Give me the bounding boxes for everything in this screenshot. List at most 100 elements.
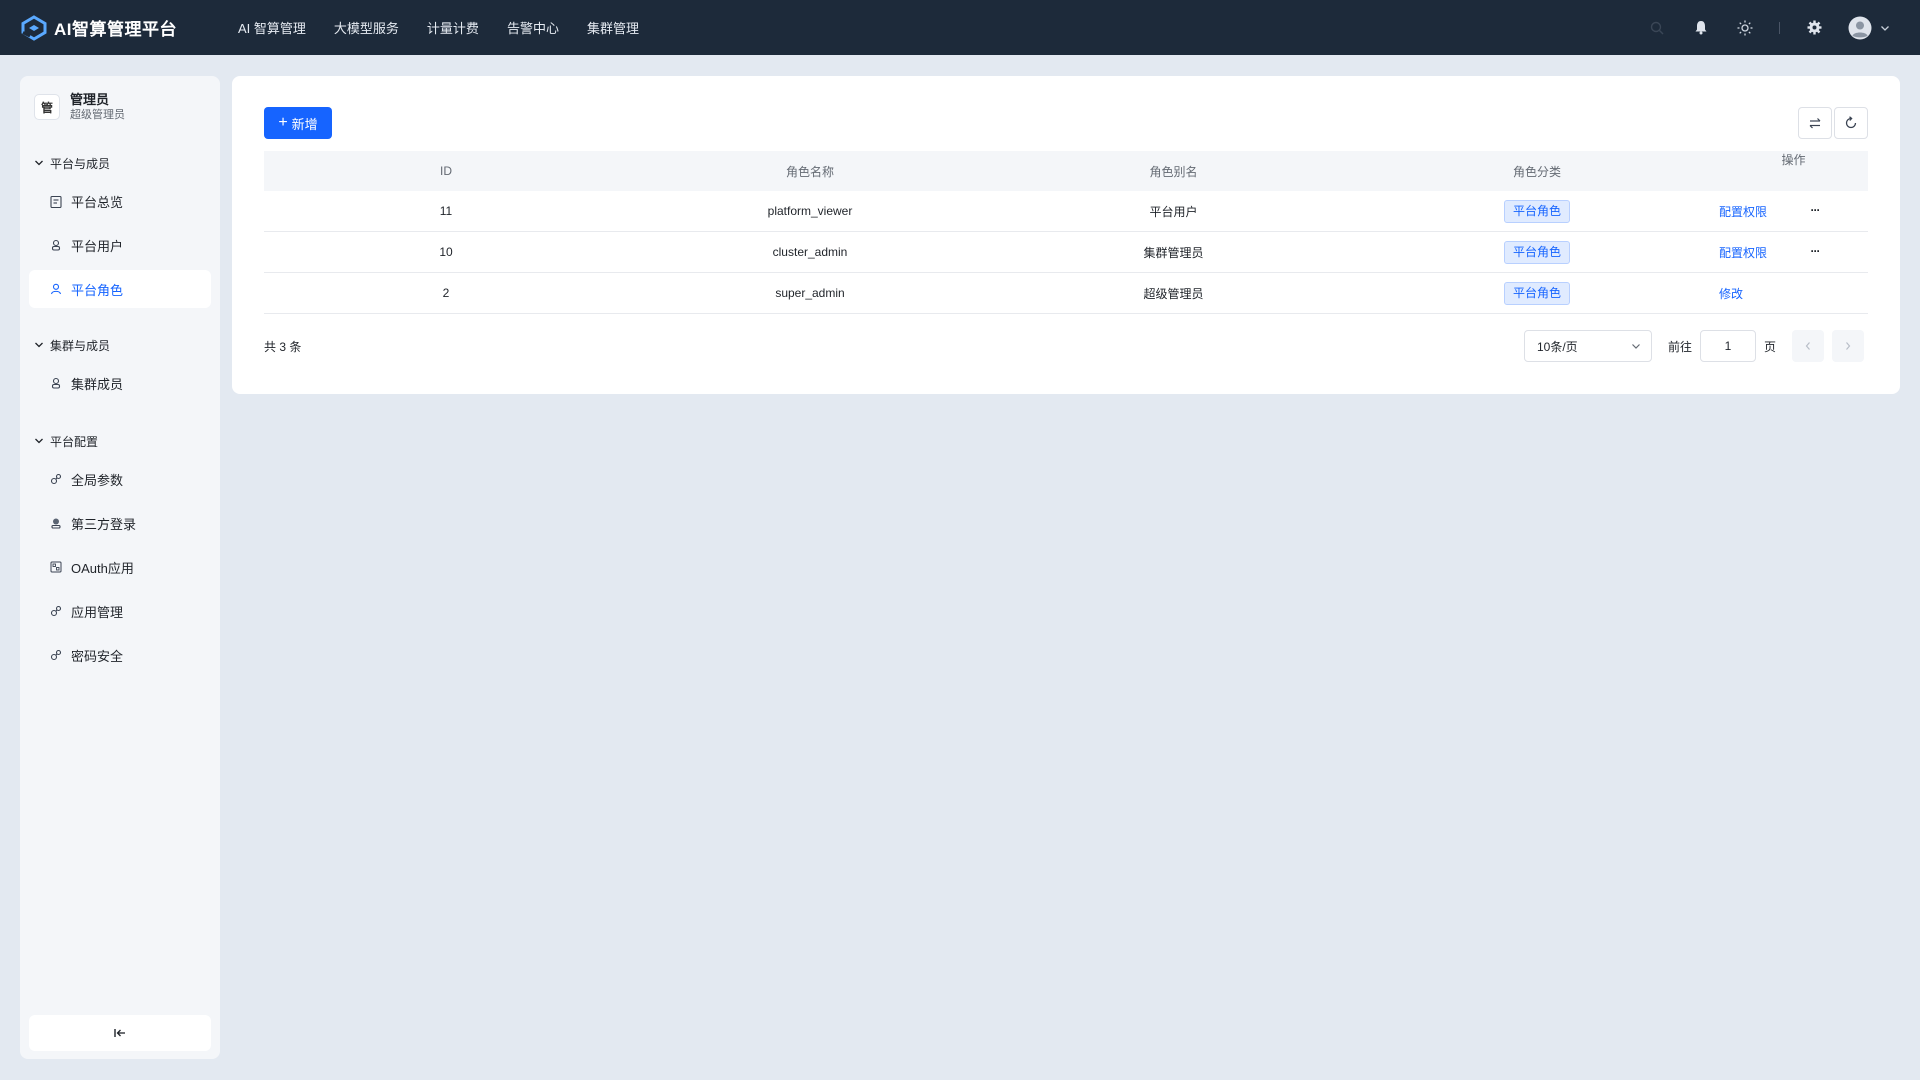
header-id: ID: [440, 164, 452, 178]
nav-cluster-mgmt[interactable]: 集群管理: [587, 18, 639, 37]
more-actions-icon[interactable]: ···: [1807, 242, 1823, 260]
table-row: 10 cluster_admin 集群管理员 平台角色 配置权限 ···: [264, 232, 1868, 273]
cell-role-alias: 集群管理员: [1143, 245, 1204, 260]
table-row: 2 super_admin 超级管理员 平台角色 修改: [264, 273, 1868, 314]
next-page-button[interactable]: [1832, 330, 1864, 362]
cell-id: 10: [439, 245, 453, 259]
refresh-button[interactable]: [1834, 107, 1868, 139]
brand[interactable]: AI智算管理平台: [20, 14, 200, 42]
total-count: 共 3 条: [264, 340, 302, 354]
chevron-down-icon: [1632, 344, 1640, 349]
chevron-down-icon: [35, 342, 43, 348]
nav-billing[interactable]: 计量计费: [427, 18, 479, 37]
edit-link[interactable]: 修改: [1719, 285, 1743, 302]
menu-group-label: 集群与成员: [50, 338, 111, 353]
header-role-alias: 角色别名: [1149, 164, 1198, 179]
badge-icon: [49, 516, 63, 530]
clipboard-icon: [49, 194, 63, 208]
user-card: 管 管理员 超级管理员: [20, 76, 220, 134]
swap-icon: [1809, 118, 1821, 129]
main-panel: + 新增 ID 角色名称 角色别名 角色分类 操作 11 platform_vi…: [232, 76, 1900, 394]
table-header: ID 角色名称 角色别名 角色分类 操作: [264, 151, 1868, 191]
sidebar: 管 管理员 超级管理员 平台与成员 平台总览 平台用户 平台角色 集群与成员 集…: [20, 76, 220, 1059]
chevron-down-icon: [35, 438, 43, 444]
cell-id: 2: [442, 286, 450, 300]
configure-permissions-link[interactable]: 配置权限: [1719, 203, 1767, 220]
menu-group-label: 平台与成员: [50, 156, 111, 171]
sun-icon[interactable]: [1735, 18, 1755, 38]
menu-group-label: 平台配置: [50, 434, 99, 449]
configure-permissions-link[interactable]: 配置权限: [1719, 244, 1767, 261]
sidebar-item-global-params[interactable]: 全局参数: [29, 460, 211, 498]
collapse-icon: [114, 1029, 125, 1037]
sidebar-item-label: 第三方登录: [71, 516, 137, 532]
chevron-right-icon: [1846, 342, 1851, 350]
chevron-down-icon: [35, 160, 43, 166]
sidebar-item-label: 集群成员: [71, 376, 124, 392]
page-number-input[interactable]: [1700, 330, 1756, 362]
menu-group-platform-config[interactable]: 平台配置: [20, 430, 220, 452]
sidebar-item-platform-roles[interactable]: 平台角色: [29, 270, 211, 308]
cell-role-alias: 平台用户: [1149, 204, 1198, 219]
cell-id: 11: [439, 204, 453, 218]
role-icon: [49, 282, 63, 296]
user-menu[interactable]: [1848, 16, 1890, 40]
link-icon: [49, 604, 63, 618]
page-size-value: 10条/页: [1537, 339, 1578, 354]
roles-table: ID 角色名称 角色别名 角色分类 操作 11 platform_viewer …: [264, 151, 1868, 314]
cell-role-name: super_admin: [775, 286, 845, 300]
header-actions: 操作: [1781, 153, 1806, 167]
goto-label: 前往: [1668, 340, 1693, 354]
avatar: 管: [34, 94, 60, 120]
user-icon: [49, 238, 63, 252]
column-settings-button[interactable]: [1798, 107, 1832, 139]
top-nav: AI 智算管理 大模型服务 计量计费 告警中心 集群管理: [238, 18, 667, 37]
avatar-icon: [1848, 16, 1872, 39]
gear-icon[interactable]: [1804, 18, 1824, 38]
cell-role-name: platform_viewer: [767, 204, 853, 218]
bell-icon[interactable]: [1691, 18, 1711, 38]
page-size-select[interactable]: 10条/页: [1524, 330, 1652, 362]
sidebar-item-label: 密码安全: [71, 648, 124, 664]
app-name: AI智算管理平台: [54, 20, 177, 39]
user-role: 超级管理员: [70, 109, 125, 121]
nav-alert-center[interactable]: 告警中心: [507, 18, 559, 37]
sidebar-item-cluster-members[interactable]: 集群成员: [29, 364, 211, 402]
sidebar-item-oauth-apps[interactable]: OAuth应用: [29, 548, 211, 586]
page-unit-label: 页: [1764, 340, 1777, 354]
sidebar-item-third-party-login[interactable]: 第三方登录: [29, 504, 211, 542]
cell-role-name: cluster_admin: [772, 245, 848, 259]
link-icon: [49, 648, 63, 662]
refresh-icon: [1845, 116, 1857, 129]
sidebar-item-platform-overview[interactable]: 平台总览: [29, 182, 211, 220]
top-navbar: AI智算管理平台 AI 智算管理 大模型服务 计量计费 告警中心 集群管理: [0, 0, 1920, 55]
cell-role-alias: 超级管理员: [1143, 286, 1204, 301]
sidebar-item-label: 平台总览: [71, 194, 124, 210]
menu-group-platform-members[interactable]: 平台与成员: [20, 152, 220, 174]
sidebar-item-platform-users[interactable]: 平台用户: [29, 226, 211, 264]
nav-ai-compute[interactable]: AI 智算管理: [238, 18, 306, 37]
category-tag: 平台角色: [1503, 199, 1570, 223]
collapse-sidebar-button[interactable]: [29, 1015, 211, 1051]
menu-group-cluster-members[interactable]: 集群与成员: [20, 334, 220, 356]
sidebar-item-password-security[interactable]: 密码安全: [29, 636, 211, 674]
add-button[interactable]: + 新增: [264, 107, 332, 139]
logo-icon: [21, 14, 47, 41]
user-icon: [49, 376, 63, 390]
link-icon: [49, 472, 63, 486]
nav-llm-service[interactable]: 大模型服务: [334, 18, 399, 37]
header-role-name: 角色名称: [785, 164, 834, 179]
table-row: 11 platform_viewer 平台用户 平台角色 配置权限 ···: [264, 191, 1868, 232]
sidebar-item-label: 应用管理: [71, 604, 124, 620]
toolbar-divider: [1779, 21, 1780, 34]
sidebar-item-label: 平台用户: [71, 238, 124, 254]
plus-icon: +: [278, 114, 288, 131]
topbar-actions: [1623, 0, 1890, 55]
prev-page-button[interactable]: [1792, 330, 1824, 362]
more-actions-icon[interactable]: ···: [1807, 201, 1823, 219]
sidebar-item-label: OAuth应用: [71, 560, 134, 576]
chevron-down-icon: [1881, 25, 1889, 31]
category-tag: 平台角色: [1503, 240, 1570, 264]
sidebar-item-app-management[interactable]: 应用管理: [29, 592, 211, 630]
search-icon[interactable]: [1647, 18, 1667, 38]
